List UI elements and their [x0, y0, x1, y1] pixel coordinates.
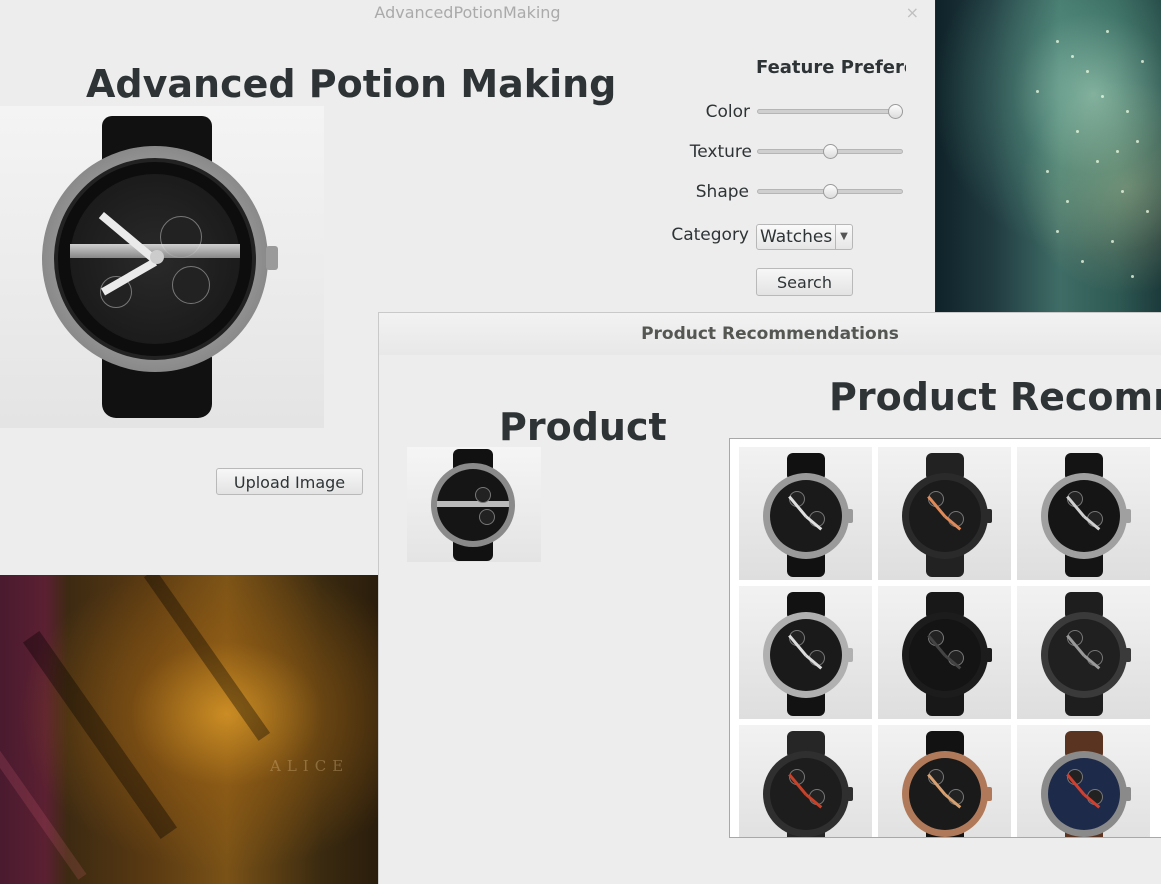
product-label: Product [499, 405, 667, 449]
sparkle [1126, 110, 1129, 113]
watch-part [1125, 787, 1131, 801]
watch-thumbnail-icon [761, 731, 853, 837]
recommendation-tile[interactable] [878, 447, 1011, 580]
recommendation-tile[interactable] [1017, 586, 1150, 719]
main-window-title: AdvancedPotionMaking [374, 3, 561, 22]
recommendation-tile[interactable] [739, 586, 872, 719]
recommendations-window-title: Product Recommendations [641, 324, 899, 344]
recommendations-window-titlebar[interactable]: Product Recommendations [379, 313, 1161, 355]
desktop-wallpaper-right [936, 0, 1161, 312]
sparkle [1136, 140, 1139, 143]
chevron-down-icon[interactable]: ▼ [835, 225, 852, 249]
watch-thumbnail-icon [1039, 731, 1131, 837]
category-label: Category [671, 225, 749, 245]
watch-thumbnail-icon [900, 592, 992, 716]
close-icon[interactable]: × [906, 3, 919, 22]
texture-slider[interactable] [757, 144, 903, 159]
sparkle [1121, 190, 1124, 193]
color-slider[interactable] [757, 104, 903, 119]
watch-thumbnail-icon [407, 447, 541, 562]
watch-thumbnail-icon [900, 731, 992, 837]
sparkle [1096, 160, 1099, 163]
watch-part [986, 787, 992, 801]
category-select[interactable]: Watches ▼ [756, 224, 853, 250]
watch-part [847, 648, 853, 662]
watch-thumbnail-icon [900, 453, 992, 577]
recommendation-tile[interactable] [1017, 447, 1150, 580]
watch-thumbnail-icon [761, 592, 853, 716]
recommendations-heading: Product Recommendations [829, 375, 1161, 419]
feature-preferences-title: Feature Preferences [756, 57, 906, 78]
watch-photo-icon [0, 106, 324, 428]
watch-part [1125, 648, 1131, 662]
sparkle [1066, 200, 1069, 203]
shape-slider[interactable] [757, 184, 903, 199]
app-title: Advanced Potion Making [86, 62, 617, 106]
sparkle [1046, 170, 1049, 173]
recommendation-tile[interactable] [739, 447, 872, 580]
main-window-titlebar[interactable]: AdvancedPotionMaking [0, 0, 935, 28]
texture-slider-knob[interactable] [823, 144, 838, 159]
watch-thumbnail-icon [761, 453, 853, 577]
sparkle [1146, 210, 1149, 213]
watch-part [847, 509, 853, 523]
watch-thumbnail-icon [1039, 592, 1131, 716]
recommendation-tile[interactable] [739, 725, 872, 837]
sparkle [1141, 60, 1144, 63]
sparkle [1116, 150, 1119, 153]
watch-part [847, 787, 853, 801]
sparkle [1056, 40, 1059, 43]
color-slider-knob[interactable] [888, 104, 903, 119]
category-select-value: Watches [760, 227, 833, 247]
sparkle [1056, 230, 1059, 233]
texture-label: Texture [689, 142, 752, 162]
watch-part [1125, 509, 1131, 523]
wallpaper-watermark: ALICE [270, 757, 350, 775]
sparkle [1081, 260, 1084, 263]
recommendation-tile[interactable] [1017, 725, 1150, 837]
recommendations-window: Product Recommendations Product Product … [378, 312, 1161, 884]
color-label: Color [705, 102, 750, 122]
sparkle [1101, 95, 1104, 98]
sparkle [1086, 70, 1089, 73]
sparkle [1106, 30, 1109, 33]
recommendations-grid[interactable] [729, 438, 1161, 838]
watch-part [986, 509, 992, 523]
sparkle [1071, 55, 1074, 58]
upload-image-button[interactable]: Upload Image [216, 468, 363, 495]
recommendation-tile[interactable] [878, 586, 1011, 719]
search-button[interactable]: Search [756, 268, 853, 296]
sparkle [1036, 90, 1039, 93]
recommendation-tile[interactable] [878, 725, 1011, 837]
sparkle [1131, 275, 1134, 278]
shape-slider-knob[interactable] [823, 184, 838, 199]
sparkle [1076, 130, 1079, 133]
desktop-wallpaper-left: ALICE [0, 575, 378, 884]
watch-thumbnail-icon [1039, 453, 1131, 577]
watch-part [986, 648, 992, 662]
shape-label: Shape [695, 182, 749, 202]
sparkle [1111, 240, 1114, 243]
